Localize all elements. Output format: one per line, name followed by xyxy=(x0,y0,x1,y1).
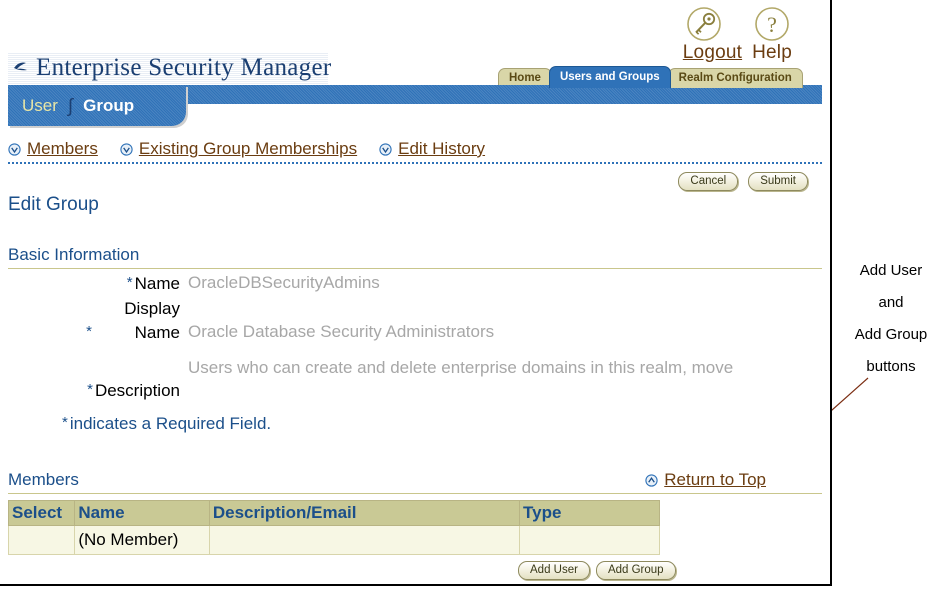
field-label-text: Name xyxy=(134,274,180,293)
basic-information-form: * Name OracleDBSecurityAdmins *Display Na… xyxy=(8,272,830,404)
required-field-note-text: indicates a Required Field. xyxy=(69,414,272,433)
field-label-description: * Description xyxy=(8,357,188,402)
cell-name: (No Member) xyxy=(74,525,210,555)
field-label-text: Description xyxy=(94,381,180,400)
annotation-line: buttons xyxy=(866,358,916,375)
quick-link-label: Existing Group Memberships xyxy=(138,139,358,158)
globe-logo-icon xyxy=(12,59,34,77)
chevron-down-circle-icon xyxy=(379,142,392,156)
add-user-button[interactable]: Add User xyxy=(518,561,590,580)
field-row-name: * Name OracleDBSecurityAdmins xyxy=(8,272,830,295)
required-marker: * xyxy=(126,274,133,291)
basic-information-heading: Basic Information xyxy=(8,245,822,269)
column-header-select[interactable]: Select xyxy=(7,500,76,526)
field-value-description: Users who can create and delete enterpri… xyxy=(188,358,734,377)
members-table: Select Name Description/Email Type (No M… xyxy=(7,500,660,555)
chevron-up-circle-icon xyxy=(645,473,658,487)
field-label-display-name: * Display Name xyxy=(8,297,188,345)
column-header-type[interactable]: Type xyxy=(519,500,660,526)
field-value-display-name: Oracle Database Security Administrators xyxy=(188,322,495,341)
cancel-button[interactable]: Cancel xyxy=(678,172,739,191)
required-marker: * xyxy=(87,381,93,398)
field-label-name: * Name xyxy=(8,272,188,295)
quick-link-edit-history[interactable]: Edit History xyxy=(379,139,485,159)
secondary-tabs: User ∫ Group xyxy=(22,96,134,116)
quick-link-existing-group-memberships[interactable]: Existing Group Memberships xyxy=(120,139,357,159)
chevron-down-circle-icon xyxy=(8,142,21,156)
required-marker: * xyxy=(86,323,92,340)
table-row: (No Member) xyxy=(7,525,660,555)
brand-banner: Enterprise Security Manager xyxy=(8,52,331,84)
quick-link-label: Members xyxy=(27,139,98,158)
cell-select[interactable] xyxy=(7,525,76,555)
screenshot-root: ? Logout Help Enterprise Security Manage… xyxy=(0,0,950,600)
tab-realm-configuration[interactable]: Realm Configuration xyxy=(667,68,803,88)
table-header-row: Select Name Description/Email Type xyxy=(7,500,660,526)
members-table-actions: Add User Add Group xyxy=(518,561,676,580)
app-title: Enterprise Security Manager xyxy=(36,54,332,81)
submit-button[interactable]: Submit xyxy=(748,172,808,191)
chevron-down-circle-icon xyxy=(120,142,133,156)
add-group-button[interactable]: Add Group xyxy=(595,561,676,580)
form-actions-top: Cancel Submit xyxy=(678,172,808,191)
question-mark-icon[interactable]: ? xyxy=(752,4,792,44)
return-to-top-label: Return to Top xyxy=(664,470,766,489)
help-link[interactable]: Help xyxy=(752,42,792,64)
quick-link-label: Edit History xyxy=(398,139,486,158)
global-actions: ? Logout Help xyxy=(683,4,792,64)
annotation-line: and xyxy=(878,294,904,311)
quick-link-members[interactable]: Members xyxy=(8,139,98,159)
svg-text:?: ? xyxy=(767,12,777,37)
cell-description xyxy=(208,525,521,555)
field-value-name: OracleDBSecurityAdmins xyxy=(188,273,380,292)
subtab-group[interactable]: Group xyxy=(83,96,134,116)
page-title: Edit Group xyxy=(8,194,99,215)
annotation-callout: Add User and Add Group buttons xyxy=(836,255,946,383)
field-row-display-name: * Display Name Oracle Database Security A… xyxy=(8,297,830,345)
required-field-note: * indicates a Required Field. xyxy=(62,414,271,434)
column-header-description-email[interactable]: Description/Email xyxy=(208,500,521,526)
quick-links-bar: Members Existing Group Memberships Edit … xyxy=(8,136,822,164)
tab-users-and-groups[interactable]: Users and Groups xyxy=(548,66,671,88)
cell-type xyxy=(519,525,660,555)
field-label-text: Display Name xyxy=(124,299,180,342)
subtab-separator: ∫ xyxy=(67,95,74,117)
field-row-description: * Description Users who can create and de… xyxy=(8,357,830,402)
logout-link[interactable]: Logout xyxy=(683,42,742,64)
required-marker: * xyxy=(62,414,68,431)
return-to-top-link[interactable]: Return to Top xyxy=(645,470,766,490)
subtab-user[interactable]: User xyxy=(22,96,58,116)
key-icon[interactable] xyxy=(684,4,724,44)
app-frame: ? Logout Help Enterprise Security Manage… xyxy=(0,0,832,586)
annotation-line: Add Group xyxy=(854,326,928,343)
column-header-name[interactable]: Name xyxy=(74,500,210,526)
annotation-line: Add User xyxy=(859,262,923,279)
